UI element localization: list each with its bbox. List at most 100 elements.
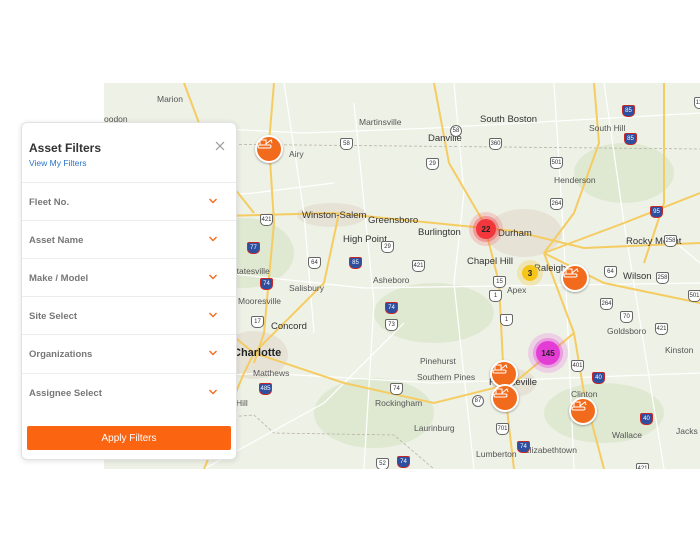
- filter-site-select[interactable]: Site Select: [22, 296, 236, 335]
- highway-shield: 485: [259, 383, 272, 395]
- city-label: Wallace: [612, 430, 642, 440]
- city-label: Burlington: [418, 227, 461, 238]
- highway-shield: 74: [397, 456, 410, 468]
- city-label: South Hill: [589, 123, 626, 133]
- city-label: Asheboro: [373, 275, 410, 285]
- highway-shield: 64: [308, 257, 321, 269]
- city-label: Wilson: [623, 271, 652, 282]
- cluster-count: 3: [527, 268, 533, 278]
- equipment-icon: [493, 388, 509, 398]
- highway-shield: 74: [260, 278, 273, 290]
- filter-asset-name[interactable]: Asset Name: [22, 220, 236, 259]
- highway-shield: 360: [489, 138, 502, 150]
- highway-shield: 421: [260, 214, 273, 226]
- chevron-down-icon: [209, 274, 217, 280]
- highway-shield: 117: [694, 97, 700, 109]
- city-label: Greensboro: [368, 215, 419, 226]
- equipment-icon: [571, 401, 587, 411]
- filter-organizations[interactable]: Organizations: [22, 334, 236, 373]
- equipment-icon: [257, 139, 273, 149]
- equipment-marker[interactable]: [491, 384, 519, 412]
- city-label: Airy: [289, 149, 304, 159]
- highway-shield: 501: [550, 157, 563, 169]
- asset-cluster-marker[interactable]: 3: [522, 265, 538, 281]
- city-label: Henderson: [554, 175, 596, 185]
- city-label: Concord: [271, 321, 307, 332]
- city-label: Rockingham: [375, 398, 423, 408]
- chevron-down-icon: [209, 236, 217, 242]
- city-label: Salisbury: [289, 283, 324, 293]
- highway-shield: 74: [385, 302, 398, 314]
- city-label: Jacks: [676, 426, 698, 436]
- city-label: Goldsboro: [607, 326, 647, 336]
- city-label: Elizabethtown: [524, 445, 577, 455]
- equipment-icon: [492, 364, 508, 374]
- asset-cluster-marker[interactable]: 145: [536, 341, 560, 365]
- highway-shield: 1: [500, 314, 513, 326]
- filter-assignee-select[interactable]: Assignee Select: [22, 373, 236, 412]
- city-label: Southern Pines: [417, 372, 476, 382]
- highway-shield: 87: [472, 395, 484, 407]
- highway-shield: 64: [604, 266, 617, 278]
- city-label: Kinston: [665, 345, 694, 355]
- equipment-icon: [563, 268, 579, 278]
- highway-shield: 73: [385, 319, 398, 331]
- city-label: Lumberton: [476, 449, 517, 459]
- highway-shield: 40: [592, 372, 605, 384]
- highway-shield: 701: [496, 423, 509, 435]
- cluster-count: 145: [541, 348, 555, 358]
- highway-shield: 29: [426, 158, 439, 170]
- city-label: Marion: [157, 94, 183, 104]
- equipment-marker[interactable]: [561, 264, 589, 292]
- equipment-marker[interactable]: [255, 135, 283, 163]
- chevron-down-icon: [209, 198, 217, 204]
- filter-label: Site Select: [29, 311, 78, 322]
- highway-shield: 58: [450, 125, 462, 137]
- highway-shield: 258: [656, 272, 669, 284]
- city-label: Hill: [236, 398, 248, 408]
- city-label: Chapel Hill: [467, 256, 513, 267]
- highway-shield: 77: [247, 242, 260, 254]
- highway-shield: 29: [381, 241, 394, 253]
- highway-shield: 421: [636, 463, 649, 469]
- equipment-marker[interactable]: [569, 397, 597, 425]
- highway-shield: 264: [550, 198, 563, 210]
- filter-label: Make / Model: [29, 273, 89, 284]
- highway-shield: 85: [622, 105, 635, 117]
- chevron-down-icon: [209, 312, 217, 318]
- city-label: Pinehurst: [420, 356, 456, 366]
- highway-shield: 1: [489, 290, 502, 302]
- highway-shield: 58: [340, 138, 353, 150]
- highway-shield: 17: [251, 316, 264, 328]
- filter-label: Fleet No.: [29, 197, 70, 208]
- highway-shield: 74: [390, 383, 403, 395]
- apply-filters-button[interactable]: Apply Filters: [27, 426, 231, 450]
- highway-shield: 70: [620, 311, 633, 323]
- city-label: Winston-Salem: [302, 210, 367, 221]
- city-label: Matthews: [253, 368, 290, 378]
- cluster-count: 22: [481, 224, 491, 234]
- close-icon[interactable]: [214, 140, 226, 152]
- highway-shield: 401: [571, 360, 584, 372]
- panel-title: Asset Filters: [29, 141, 102, 155]
- asset-cluster-marker[interactable]: 22: [476, 219, 496, 239]
- highway-shield: 74: [517, 441, 530, 453]
- city-label: Laurinburg: [414, 423, 455, 433]
- city-label: South Boston: [480, 114, 538, 125]
- highway-shield: 264: [600, 298, 613, 310]
- highway-shield: 421: [412, 260, 425, 272]
- filter-make-model[interactable]: Make / Model: [22, 258, 236, 297]
- filter-fleet-no[interactable]: Fleet No.: [22, 182, 236, 221]
- filter-label: Asset Name: [29, 235, 84, 246]
- highway-shield: 421: [655, 323, 668, 335]
- filter-label: Organizations: [29, 349, 93, 360]
- highway-shield: 40: [640, 413, 653, 425]
- asset-filters-panel: Asset Filters View My Filters Fleet No. …: [21, 122, 237, 460]
- highway-shield: 95: [650, 206, 663, 218]
- highway-shield: 85: [349, 257, 362, 269]
- highway-shield: 52: [376, 458, 389, 469]
- city-label: Durham: [498, 228, 532, 239]
- view-my-filters-link[interactable]: View My Filters: [29, 158, 86, 168]
- filter-label: Assignee Select: [29, 388, 102, 399]
- chevron-down-icon: [209, 389, 217, 395]
